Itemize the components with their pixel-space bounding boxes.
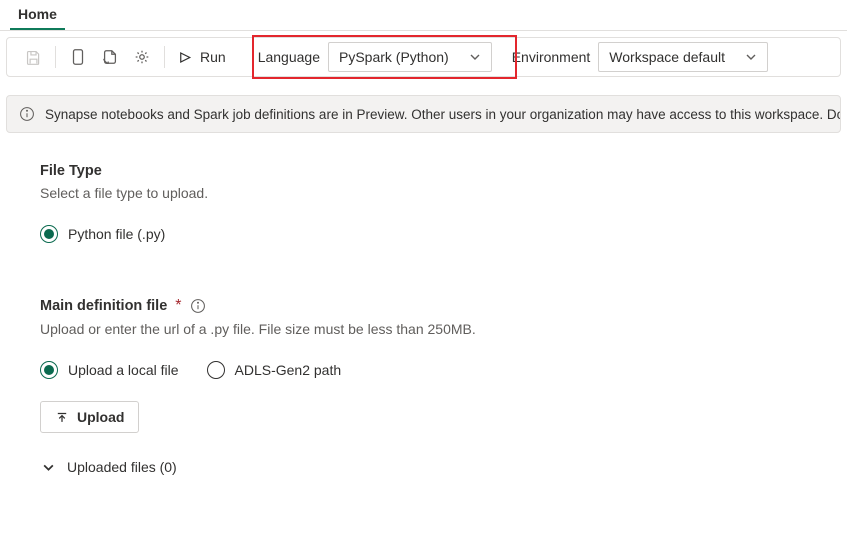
- run-label: Run: [200, 49, 226, 65]
- main-def-title: Main definition file: [40, 298, 167, 314]
- file-type-title: File Type: [40, 163, 807, 179]
- main-def-option-adls[interactable]: ADLS-Gen2 path: [207, 361, 342, 379]
- required-mark: *: [175, 297, 181, 315]
- file-type-option-python[interactable]: Python file (.py): [40, 225, 807, 243]
- radio-icon: [40, 361, 58, 379]
- tab-home[interactable]: Home: [10, 0, 65, 30]
- save-icon: [17, 43, 49, 71]
- file-type-desc: Select a file type to upload.: [40, 185, 807, 201]
- settings-icon[interactable]: [126, 43, 158, 71]
- upload-button-label: Upload: [77, 409, 124, 425]
- environment-label: Environment: [504, 49, 599, 65]
- notebook-icon[interactable]: [62, 43, 94, 71]
- preview-banner: Synapse notebooks and Spark job definiti…: [6, 95, 841, 133]
- import-icon[interactable]: [94, 43, 126, 71]
- main-def-radio-group: Upload a local file ADLS-Gen2 path: [40, 361, 807, 379]
- uploaded-files-accordion[interactable]: Uploaded files (0): [40, 459, 807, 475]
- main-def-desc: Upload or enter the url of a .py file. F…: [40, 321, 807, 337]
- option-adls-label: ADLS-Gen2 path: [235, 362, 342, 378]
- environment-select[interactable]: Workspace default: [598, 42, 768, 72]
- chevron-down-icon: [745, 51, 757, 63]
- separator: [55, 46, 56, 68]
- toolbar: Run Language PySpark (Python) Environmen…: [6, 37, 841, 77]
- chevron-down-icon: [42, 461, 55, 474]
- upload-icon: [55, 410, 69, 424]
- language-label: Language: [250, 49, 328, 65]
- play-icon: [177, 50, 192, 65]
- run-button[interactable]: Run: [171, 43, 232, 71]
- radio-icon: [40, 225, 58, 243]
- toolbar-wrap: Run Language PySpark (Python) Environmen…: [0, 37, 847, 77]
- main-def-option-upload[interactable]: Upload a local file: [40, 361, 179, 379]
- language-select[interactable]: PySpark (Python): [328, 42, 492, 72]
- form-area: File Type Select a file type to upload. …: [0, 133, 847, 505]
- language-value: PySpark (Python): [339, 49, 449, 65]
- info-icon: [19, 106, 35, 122]
- radio-icon: [207, 361, 225, 379]
- upload-button[interactable]: Upload: [40, 401, 139, 433]
- file-type-option-label: Python file (.py): [68, 226, 165, 242]
- environment-value: Workspace default: [609, 49, 725, 65]
- info-icon[interactable]: [190, 298, 206, 314]
- option-upload-label: Upload a local file: [68, 362, 179, 378]
- separator: [164, 46, 165, 68]
- banner-text: Synapse notebooks and Spark job definiti…: [45, 107, 841, 122]
- uploaded-files-label: Uploaded files (0): [67, 459, 177, 475]
- tab-bar: Home: [0, 0, 847, 31]
- chevron-down-icon: [469, 51, 481, 63]
